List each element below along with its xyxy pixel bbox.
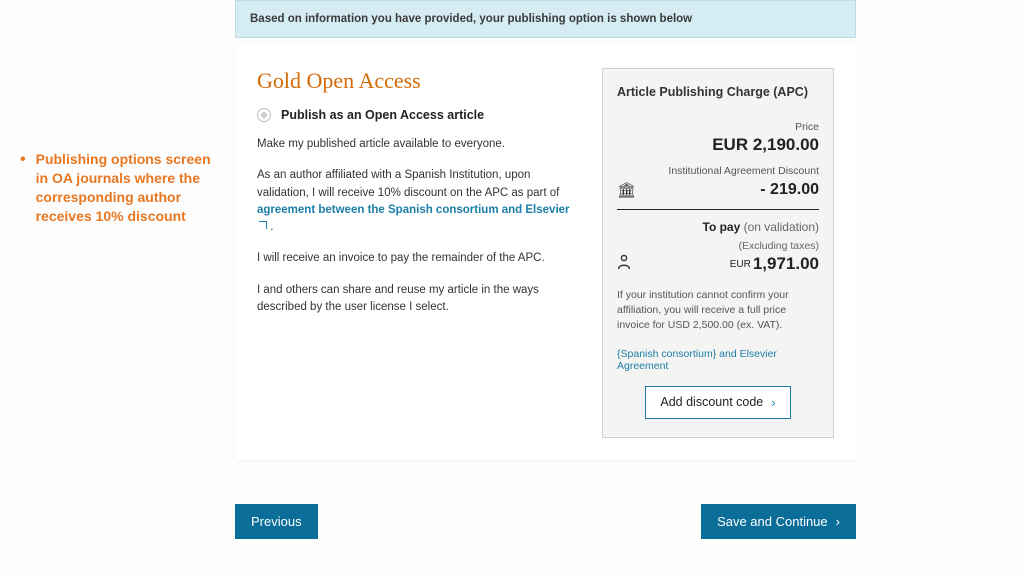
oa-description-3: I will receive an invoice to pay the rem… <box>257 250 578 267</box>
divider <box>617 209 819 210</box>
institution-icon: 🏛 <box>617 181 636 199</box>
consortium-agreement-link[interactable]: {Spanish consortium} and Elsevier Agreem… <box>617 348 819 372</box>
gold-open-access-title: Gold Open Access <box>257 68 578 94</box>
discount-label: Institutional Agreement Discount <box>617 165 819 177</box>
excluding-taxes: (Excluding taxes) <box>617 240 819 252</box>
apc-panel: Article Publishing Charge (APC) Price EU… <box>602 68 834 438</box>
to-pay-row: To pay (on validation) <box>617 220 819 234</box>
external-link-icon <box>259 221 267 229</box>
person-icon <box>617 254 631 274</box>
bullet: • <box>20 152 26 168</box>
radio-icon <box>257 108 271 122</box>
info-banner: Based on information you have provided, … <box>235 0 856 38</box>
apc-note: If your institution cannot confirm your … <box>617 288 819 334</box>
nav-row: Previous Save and Continue › <box>235 504 856 539</box>
publishing-option-card: Gold Open Access Publish as an Open Acce… <box>235 44 856 460</box>
oa-description-4: I and others can share and reuse my arti… <box>257 282 578 317</box>
annotation-text: Publishing options screen in OA journals… <box>36 150 215 226</box>
oa-description-1: Make my published article available to e… <box>257 136 578 153</box>
final-price: EUR1,971.00 <box>730 254 819 274</box>
apc-title: Article Publishing Charge (APC) <box>617 85 819 99</box>
price-value: EUR 2,190.00 <box>617 135 819 155</box>
publish-oa-option[interactable]: Publish as an Open Access article <box>257 108 578 122</box>
publish-oa-label: Publish as an Open Access article <box>281 108 484 122</box>
slide-annotation: • Publishing options screen in OA journa… <box>20 150 215 226</box>
add-discount-code-button[interactable]: Add discount code › <box>645 386 790 419</box>
chevron-right-icon: › <box>771 395 775 410</box>
oa-description-2: As an author affiliated with a Spanish I… <box>257 167 578 236</box>
price-label: Price <box>617 121 819 133</box>
save-continue-button[interactable]: Save and Continue › <box>701 504 856 539</box>
previous-button[interactable]: Previous <box>235 504 318 539</box>
discount-value: - 219.00 <box>760 181 819 199</box>
agreement-link-inline[interactable]: agreement between the Spanish consortium… <box>257 204 570 216</box>
chevron-right-icon: › <box>836 514 840 529</box>
